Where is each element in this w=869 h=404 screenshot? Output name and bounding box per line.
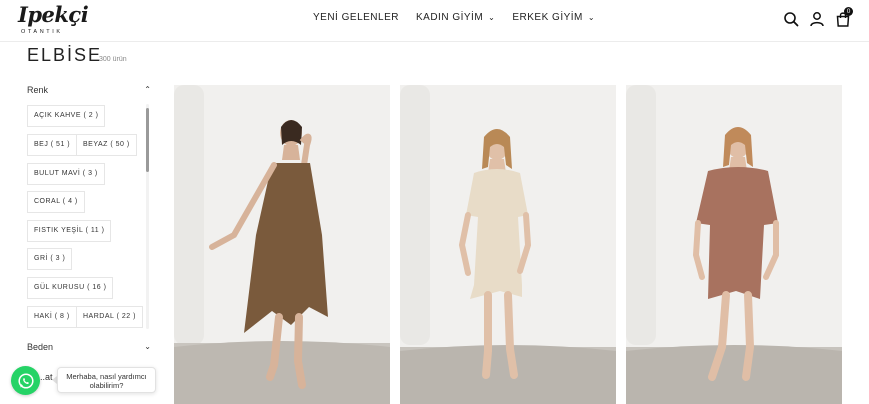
filter-chip-acik-kahve[interactable]: AÇIK KAHVE ( 2 ) bbox=[27, 105, 106, 127]
logo-script-text: Ipekçi bbox=[18, 2, 89, 27]
product-card[interactable] bbox=[174, 85, 390, 404]
product-image-brown-dress bbox=[174, 85, 390, 404]
nav-item-men[interactable]: ERKEK GİYİM ⌄ bbox=[512, 12, 595, 23]
product-card[interactable] bbox=[400, 85, 616, 404]
product-count: 300 ürün bbox=[99, 56, 127, 63]
whatsapp-chat-button[interactable] bbox=[11, 366, 40, 395]
filter-next-header-partial: ..at bbox=[40, 372, 53, 382]
product-card[interactable] bbox=[626, 85, 842, 404]
site-header: Ipekçi OTANTIK YENİ GELENLER KADIN GİYİM… bbox=[0, 0, 869, 42]
chevron-down-icon: ⌄ bbox=[587, 13, 596, 22]
filter-size-label: Beden bbox=[27, 342, 54, 352]
cart-icon[interactable]: 0 bbox=[835, 7, 853, 27]
nav-item-new-arrivals[interactable]: YENİ GELENLER bbox=[313, 12, 399, 23]
product-image-terracotta-dress bbox=[626, 85, 842, 404]
filter-chip-bej[interactable]: BEJ ( 51 ) bbox=[27, 134, 78, 156]
chevron-down-icon: ⌄ bbox=[488, 13, 496, 22]
filter-chip-gul-kurusu[interactable]: GÜL KURUSU ( 16 ) bbox=[27, 277, 114, 299]
chat-greeting-bubble[interactable]: Merhaba, nasıl yardımcı olabilirim? bbox=[57, 367, 156, 393]
page-title: ELBİSE bbox=[27, 45, 103, 65]
filter-chip-hardal[interactable]: HARDAL ( 22 ) bbox=[76, 306, 143, 328]
logo-subtitle: OTANTIK bbox=[21, 29, 63, 35]
cart-count-badge: 0 bbox=[844, 7, 853, 16]
filter-chip-coral[interactable]: CORAL ( 4 ) bbox=[27, 191, 85, 213]
nav-item-label: ERKEK GİYİM bbox=[512, 12, 583, 23]
filter-chip-gri[interactable]: GRİ ( 3 ) bbox=[27, 248, 73, 270]
filter-scrollbar-thumb[interactable] bbox=[146, 108, 149, 172]
user-icon[interactable] bbox=[809, 11, 825, 27]
whatsapp-icon bbox=[17, 372, 34, 389]
filter-chip-fistik-yesil[interactable]: FISTIK YEŞİL ( 11 ) bbox=[27, 220, 112, 242]
chevron-up-icon: ⌃ bbox=[144, 85, 151, 94]
filter-color-header[interactable]: Renk ⌃ bbox=[27, 85, 151, 95]
product-image-cream-dress bbox=[400, 85, 616, 404]
filter-chip-beyaz[interactable]: BEYAZ ( 50 ) bbox=[76, 134, 137, 156]
filter-color-label: Renk bbox=[27, 85, 49, 95]
search-icon[interactable] bbox=[783, 11, 799, 27]
filter-chip-haki[interactable]: HAKİ ( 8 ) bbox=[27, 306, 77, 328]
brand-logo[interactable]: Ipekçi OTANTIK bbox=[18, 2, 89, 38]
main-nav: YENİ GELENLER KADIN GİYİM ⌄ ERKEK GİYİM … bbox=[313, 12, 595, 23]
filter-chip-bulut-mavi[interactable]: BULUT MAVİ ( 3 ) bbox=[27, 163, 105, 185]
nav-item-women[interactable]: KADIN GİYİM ⌄ bbox=[416, 12, 495, 23]
nav-item-label: YENİ GELENLER bbox=[313, 12, 399, 23]
chevron-down-icon: ⌄ bbox=[144, 342, 151, 351]
header-actions: 0 bbox=[783, 7, 853, 27]
filter-size-header[interactable]: Beden ⌄ bbox=[27, 342, 151, 352]
nav-item-label: KADIN GİYİM bbox=[415, 12, 484, 23]
